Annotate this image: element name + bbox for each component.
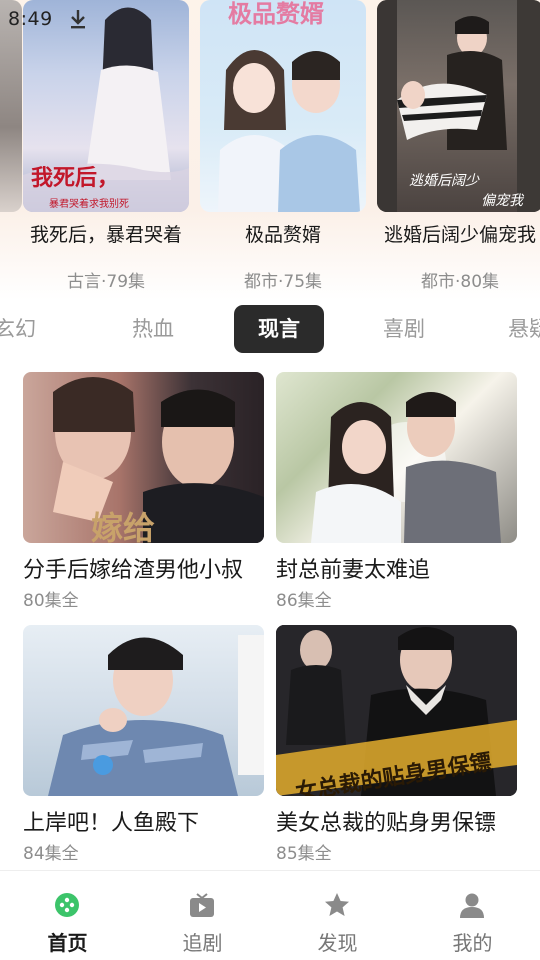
category-tabs: 玄幻 热血 现言 喜剧 悬疑 (0, 305, 540, 353)
tab-category[interactable]: 喜剧 (359, 305, 449, 353)
tv-play-icon (190, 893, 214, 917)
nav-mine[interactable]: 我的 (405, 871, 540, 960)
drama-cover[interactable] (276, 372, 517, 543)
nav-label: 我的 (452, 931, 493, 955)
drama-title[interactable]: 封总前妻太难追 (276, 552, 536, 584)
nav-label: 发现 (317, 931, 358, 955)
cover-title-text: 嫁给 (91, 509, 156, 543)
nav-label: 首页 (47, 931, 88, 955)
nav-label: 追剧 (182, 931, 223, 955)
status-time: 8:49 (8, 8, 53, 30)
drama-title[interactable]: 美女总裁的贴身男保镖 (276, 805, 536, 837)
drama-card[interactable]: 封总前妻太难追 86集全 (276, 372, 517, 611)
nav-discover[interactable]: 发现 (270, 871, 405, 960)
drama-cover[interactable]: 女总裁的贴身男保镖 (276, 625, 517, 796)
drama-card[interactable]: 女总裁的贴身男保镖 美女总裁的贴身男保镖 85集全 (276, 625, 517, 864)
featured-title[interactable]: 逃婚后阔少偏宠我 (371, 220, 540, 247)
home-game-icon (55, 893, 79, 917)
star-icon (325, 893, 349, 916)
drama-title[interactable]: 分手后嫁给渣男他小叔 (23, 552, 283, 584)
drama-card[interactable]: 嫁给 分手后嫁给渣男他小叔 80集全 (23, 372, 264, 611)
featured-meta: 都市·75集 (243, 272, 323, 292)
cover-title-text: 逃婚后阔少 (409, 173, 479, 189)
tab-category-active[interactable]: 现言 (234, 305, 324, 353)
tab-category[interactable]: 悬疑 (484, 305, 540, 353)
tab-category[interactable]: 热血 (108, 305, 198, 353)
nav-follow[interactable]: 追剧 (135, 871, 270, 960)
drama-cover[interactable]: 嫁给 (23, 372, 264, 543)
download-arrow-icon (71, 10, 85, 29)
drama-episodes: 86集全 (276, 591, 332, 611)
featured-title[interactable]: 极品赘婿 (194, 220, 372, 247)
featured-meta: 都市·80集 (420, 272, 500, 292)
featured-meta: 古言·79集 (66, 272, 146, 292)
featured-title[interactable]: 我死后，暴君哭着 (17, 220, 195, 247)
drama-episodes: 84集全 (23, 844, 79, 864)
drama-episodes: 80集全 (23, 591, 79, 611)
drama-cover[interactable] (23, 625, 264, 796)
cover-title-text: 我死后， (31, 165, 120, 191)
cover-figure (311, 392, 501, 543)
cover-subtitle-text: 暴君哭着求我别死 (49, 199, 129, 210)
drama-title[interactable]: 上岸吧！人鱼殿下 (23, 805, 283, 837)
nav-home[interactable]: 首页 (0, 871, 135, 960)
drama-episodes: 85集全 (276, 844, 332, 864)
cover-figure (48, 635, 264, 796)
bottom-nav: 首页 追剧 发现 我的 (0, 870, 540, 960)
status-bar: 8:49 (0, 0, 540, 36)
tab-category[interactable]: 玄幻 (0, 305, 60, 353)
drama-card[interactable]: 上岸吧！人鱼殿下 84集全 (23, 625, 264, 864)
person-icon (460, 893, 484, 918)
cover-subtitle-text: 偏宠我 (481, 193, 523, 209)
